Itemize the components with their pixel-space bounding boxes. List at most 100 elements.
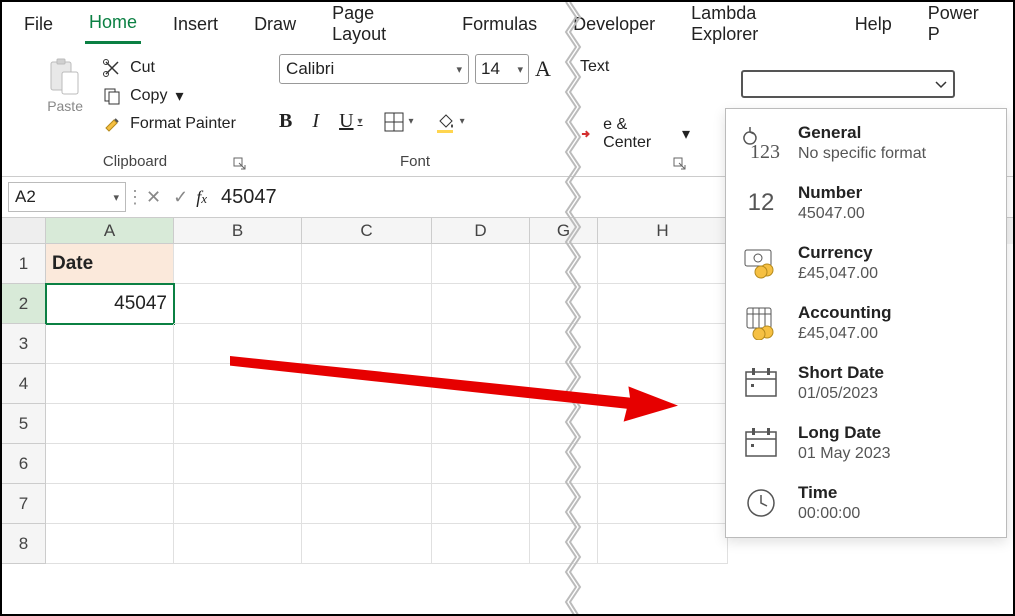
cell-H6[interactable]: [598, 444, 728, 484]
cell-C4[interactable]: [302, 364, 432, 404]
alignment-dialog-launcher[interactable]: [672, 156, 688, 172]
cell-C8[interactable]: [302, 524, 432, 564]
cell-G8[interactable]: [530, 524, 598, 564]
cell-C5[interactable]: [302, 404, 432, 444]
cell-G7[interactable]: [530, 484, 598, 524]
italic-button[interactable]: I: [312, 110, 319, 133]
row-header-3[interactable]: 3: [2, 324, 46, 364]
format-time[interactable]: Time 00:00:00: [726, 473, 1006, 533]
cell-D7[interactable]: [432, 484, 530, 524]
tab-draw[interactable]: Draw: [250, 6, 300, 43]
cell-A3[interactable]: [46, 324, 174, 364]
cell-D2[interactable]: [432, 284, 530, 324]
select-all-triangle[interactable]: [2, 218, 46, 244]
cell-D5[interactable]: [432, 404, 530, 444]
format-accounting[interactable]: Accounting £45,047.00: [726, 293, 1006, 353]
cell-C2[interactable]: [302, 284, 432, 324]
font-size-select[interactable]: 14 ▾: [475, 54, 529, 84]
format-long-date[interactable]: Long Date 01 May 2023: [726, 413, 1006, 473]
column-header-H[interactable]: H: [598, 218, 728, 244]
tab-help[interactable]: Help: [851, 6, 896, 43]
row-header-2[interactable]: 2: [2, 284, 46, 324]
paste-button[interactable]: Paste: [34, 54, 96, 118]
bold-button[interactable]: B: [279, 110, 292, 133]
tab-file[interactable]: File: [20, 6, 57, 43]
cell-C3[interactable]: [302, 324, 432, 364]
increase-font-icon[interactable]: A: [535, 56, 551, 82]
row-header-8[interactable]: 8: [2, 524, 46, 564]
cell-C6[interactable]: [302, 444, 432, 484]
cut-button[interactable]: Cut: [102, 58, 236, 78]
cell-G5[interactable]: [530, 404, 598, 444]
cell-G6[interactable]: [530, 444, 598, 484]
tab-page-layout[interactable]: Page Layout: [328, 0, 430, 53]
tab-power[interactable]: Power P: [924, 0, 995, 53]
cell-B4[interactable]: [174, 364, 302, 404]
cell-D1[interactable]: [432, 244, 530, 284]
cell-H5[interactable]: [598, 404, 728, 444]
cell-B8[interactable]: [174, 524, 302, 564]
borders-button[interactable]: ▾: [383, 111, 414, 133]
cell-H2[interactable]: [598, 284, 728, 324]
cell-A1[interactable]: Date: [46, 244, 174, 284]
row-header-5[interactable]: 5: [2, 404, 46, 444]
cell-B3[interactable]: [174, 324, 302, 364]
cell-H1[interactable]: [598, 244, 728, 284]
cell-H3[interactable]: [598, 324, 728, 364]
cancel-formula-button[interactable]: ✕: [140, 187, 167, 208]
format-painter-button[interactable]: Format Painter: [102, 114, 236, 134]
cell-B2[interactable]: [174, 284, 302, 324]
column-header-D[interactable]: D: [432, 218, 530, 244]
cell-A7[interactable]: [46, 484, 174, 524]
tab-developer[interactable]: Developer: [569, 6, 659, 43]
format-short-date[interactable]: Short Date 01/05/2023: [726, 353, 1006, 413]
enter-formula-button[interactable]: ✓: [167, 187, 194, 208]
cell-C7[interactable]: [302, 484, 432, 524]
cell-H8[interactable]: [598, 524, 728, 564]
fill-color-button[interactable]: ▾: [434, 111, 465, 133]
wrap-text-button[interactable]: Text: [580, 58, 609, 76]
cell-B6[interactable]: [174, 444, 302, 484]
tab-home[interactable]: Home: [85, 4, 141, 44]
format-number[interactable]: 12 Number 45047.00: [726, 173, 1006, 233]
clipboard-dialog-launcher[interactable]: [232, 156, 248, 172]
cell-B5[interactable]: [174, 404, 302, 444]
format-currency[interactable]: Currency £45,047.00: [726, 233, 1006, 293]
row-header-6[interactable]: 6: [2, 444, 46, 484]
fx-icon[interactable]: fx: [196, 187, 207, 208]
row-header-1[interactable]: 1: [2, 244, 46, 284]
row-header-7[interactable]: 7: [2, 484, 46, 524]
cell-D4[interactable]: [432, 364, 530, 404]
cell-H4[interactable]: [598, 364, 728, 404]
name-box[interactable]: A2 ▾: [8, 182, 126, 212]
column-header-G[interactable]: G: [530, 218, 598, 244]
tab-insert[interactable]: Insert: [169, 6, 222, 43]
merge-center-button[interactable]: e & Center ▾: [580, 116, 690, 152]
cell-G4[interactable]: [530, 364, 598, 404]
cell-A4[interactable]: [46, 364, 174, 404]
cell-A2[interactable]: 45047: [46, 284, 174, 324]
row-header-4[interactable]: 4: [2, 364, 46, 404]
tab-formulas[interactable]: Formulas: [458, 6, 541, 43]
underline-button[interactable]: U▾: [339, 110, 362, 133]
cell-G3[interactable]: [530, 324, 598, 364]
copy-button[interactable]: Copy ▾: [102, 86, 236, 106]
number-format-select[interactable]: [741, 70, 955, 98]
cell-D8[interactable]: [432, 524, 530, 564]
format-general[interactable]: 123 General No specific format: [726, 113, 1006, 173]
column-header-A[interactable]: A: [46, 218, 174, 244]
font-name-select[interactable]: Calibri ▾: [279, 54, 469, 84]
cell-A6[interactable]: [46, 444, 174, 484]
cell-G1[interactable]: [530, 244, 598, 284]
tab-lambda-explorer[interactable]: Lambda Explorer: [687, 0, 823, 53]
cell-A5[interactable]: [46, 404, 174, 444]
cell-H7[interactable]: [598, 484, 728, 524]
cell-A8[interactable]: [46, 524, 174, 564]
cell-D3[interactable]: [432, 324, 530, 364]
cell-B7[interactable]: [174, 484, 302, 524]
cell-D6[interactable]: [432, 444, 530, 484]
cell-G2[interactable]: [530, 284, 598, 324]
cell-B1[interactable]: [174, 244, 302, 284]
column-header-B[interactable]: B: [174, 218, 302, 244]
column-header-C[interactable]: C: [302, 218, 432, 244]
